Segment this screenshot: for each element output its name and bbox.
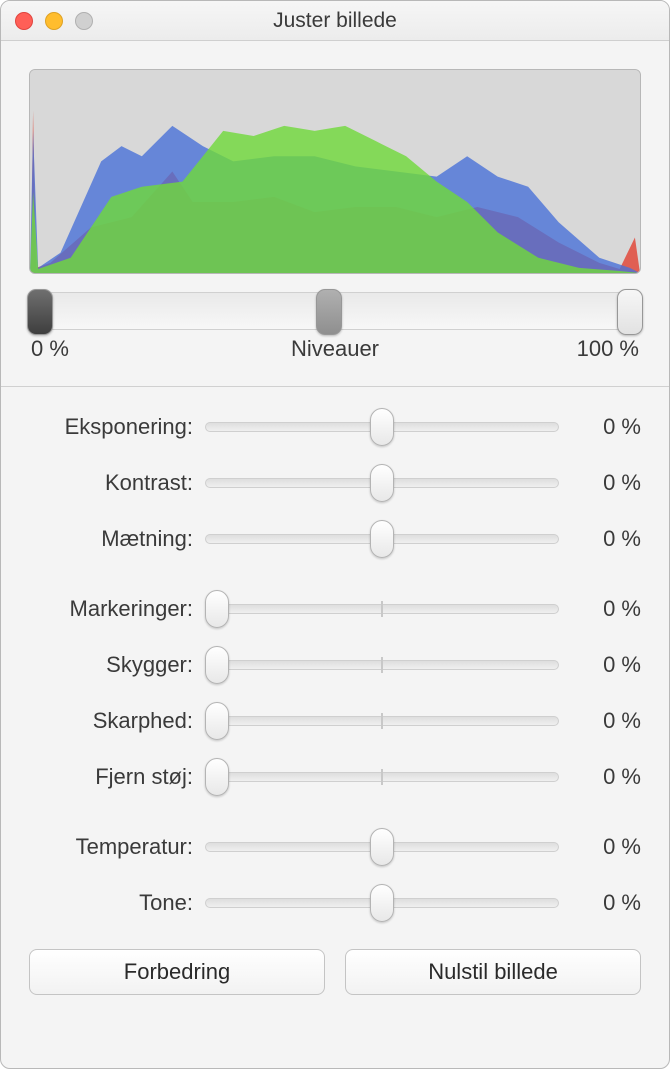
slider-track-maetning[interactable] <box>205 534 559 544</box>
slider-track-kontrast[interactable] <box>205 478 559 488</box>
slider-handle-kontrast[interactable] <box>370 464 394 502</box>
slider-label-markeringer: Markeringer: <box>29 596 193 622</box>
buttons-row: Forbedring Nulstil billede <box>29 949 641 995</box>
slider-label-kontrast: Kontrast: <box>29 470 193 496</box>
slider-row-kontrast: Kontrast: 0 % <box>29 465 641 501</box>
titlebar: Juster billede <box>1 1 669 41</box>
group-gap <box>29 815 641 829</box>
reset-button[interactable]: Nulstil billede <box>345 949 641 995</box>
slider-value-skygger: 0 % <box>571 652 641 678</box>
slider-track-skygger[interactable] <box>205 660 559 670</box>
window-title: Juster billede <box>1 9 669 33</box>
traffic-lights <box>1 12 93 30</box>
slider-row-maetning: Mætning: 0 % <box>29 521 641 557</box>
levels-max-label: 100 % <box>559 336 639 362</box>
slider-row-markeringer: Markeringer: 0 % <box>29 591 641 627</box>
maximize-icon <box>75 12 93 30</box>
slider-handle-eksponering[interactable] <box>370 408 394 446</box>
slider-value-fjern_stoj: 0 % <box>571 764 641 790</box>
slider-handle-skarphed[interactable] <box>205 702 229 740</box>
slider-label-skygger: Skygger: <box>29 652 193 678</box>
slider-label-eksponering: Eksponering: <box>29 414 193 440</box>
slider-label-skarphed: Skarphed: <box>29 708 193 734</box>
slider-label-tone: Tone: <box>29 890 193 916</box>
slider-handle-maetning[interactable] <box>370 520 394 558</box>
adjust-image-window: Juster billede 0 % Niv <box>0 0 670 1069</box>
levels-handle-black[interactable] <box>27 289 53 335</box>
slider-handle-markeringer[interactable] <box>205 590 229 628</box>
enhance-button[interactable]: Forbedring <box>29 949 325 995</box>
slider-value-markeringer: 0 % <box>571 596 641 622</box>
slider-handle-temperatur[interactable] <box>370 828 394 866</box>
slider-value-maetning: 0 % <box>571 526 641 552</box>
slider-row-skarphed: Skarphed: 0 % <box>29 703 641 739</box>
levels-track[interactable] <box>33 292 637 330</box>
slider-value-tone: 0 % <box>571 890 641 916</box>
slider-row-temperatur: Temperatur: 0 % <box>29 829 641 865</box>
slider-value-skarphed: 0 % <box>571 708 641 734</box>
slider-handle-skygger[interactable] <box>205 646 229 684</box>
levels-handle-white[interactable] <box>617 289 643 335</box>
slider-row-skygger: Skygger: 0 % <box>29 647 641 683</box>
levels-slider: 0 % Niveauer 100 % <box>29 292 641 362</box>
slider-track-tone[interactable] <box>205 898 559 908</box>
slider-track-fjern_stoj[interactable] <box>205 772 559 782</box>
levels-handle-mid[interactable] <box>316 289 342 335</box>
slider-label-fjern_stoj: Fjern støj: <box>29 764 193 790</box>
slider-value-kontrast: 0 % <box>571 470 641 496</box>
content: 0 % Niveauer 100 % Eksponering:0 %Kontra… <box>1 41 669 1019</box>
minimize-icon[interactable] <box>45 12 63 30</box>
levels-labels: 0 % Niveauer 100 % <box>29 336 641 362</box>
histogram <box>29 69 641 274</box>
slider-handle-fjern_stoj[interactable] <box>205 758 229 796</box>
sliders-container: Eksponering:0 %Kontrast:0 %Mætning:0 %Ma… <box>29 387 641 921</box>
slider-value-temperatur: 0 % <box>571 834 641 860</box>
slider-track-skarphed[interactable] <box>205 716 559 726</box>
slider-label-maetning: Mætning: <box>29 526 193 552</box>
slider-row-eksponering: Eksponering: 0 % <box>29 409 641 445</box>
histogram-section: 0 % Niveauer 100 % <box>29 69 641 362</box>
slider-track-eksponering[interactable] <box>205 422 559 432</box>
slider-track-markeringer[interactable] <box>205 604 559 614</box>
slider-row-fjern_stoj: Fjern støj: 0 % <box>29 759 641 795</box>
close-icon[interactable] <box>15 12 33 30</box>
slider-row-tone: Tone: 0 % <box>29 885 641 921</box>
slider-handle-tone[interactable] <box>370 884 394 922</box>
levels-min-label: 0 % <box>31 336 111 362</box>
slider-value-eksponering: 0 % <box>571 414 641 440</box>
slider-track-temperatur[interactable] <box>205 842 559 852</box>
group-gap <box>29 577 641 591</box>
slider-label-temperatur: Temperatur: <box>29 834 193 860</box>
levels-center-label: Niveauer <box>111 336 559 362</box>
